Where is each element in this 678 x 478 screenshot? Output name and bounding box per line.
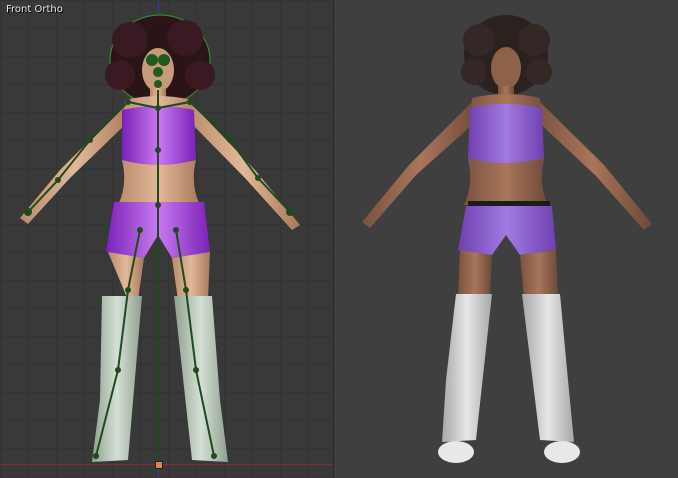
right-stocking-mesh [174, 296, 228, 462]
left-stocking-mesh [92, 296, 142, 462]
head-render [491, 47, 521, 89]
character-model-with-armature[interactable] [0, 0, 333, 478]
sports-bra-render [468, 104, 544, 163]
rendered-character-model [362, 15, 652, 463]
right-stocking-render [522, 294, 574, 442]
3d-cursor-origin[interactable] [155, 461, 163, 469]
viewport-rendered-preview[interactable] [334, 0, 678, 478]
right-shoe-render [544, 441, 580, 463]
shorts-render [458, 206, 556, 255]
armature[interactable] [27, 90, 291, 460]
left-shoe-render [438, 441, 474, 463]
view-label: Front Ortho [6, 4, 63, 15]
left-stocking-render [442, 294, 492, 442]
viewport-front-ortho-armature[interactable]: Front Ortho [0, 0, 333, 478]
